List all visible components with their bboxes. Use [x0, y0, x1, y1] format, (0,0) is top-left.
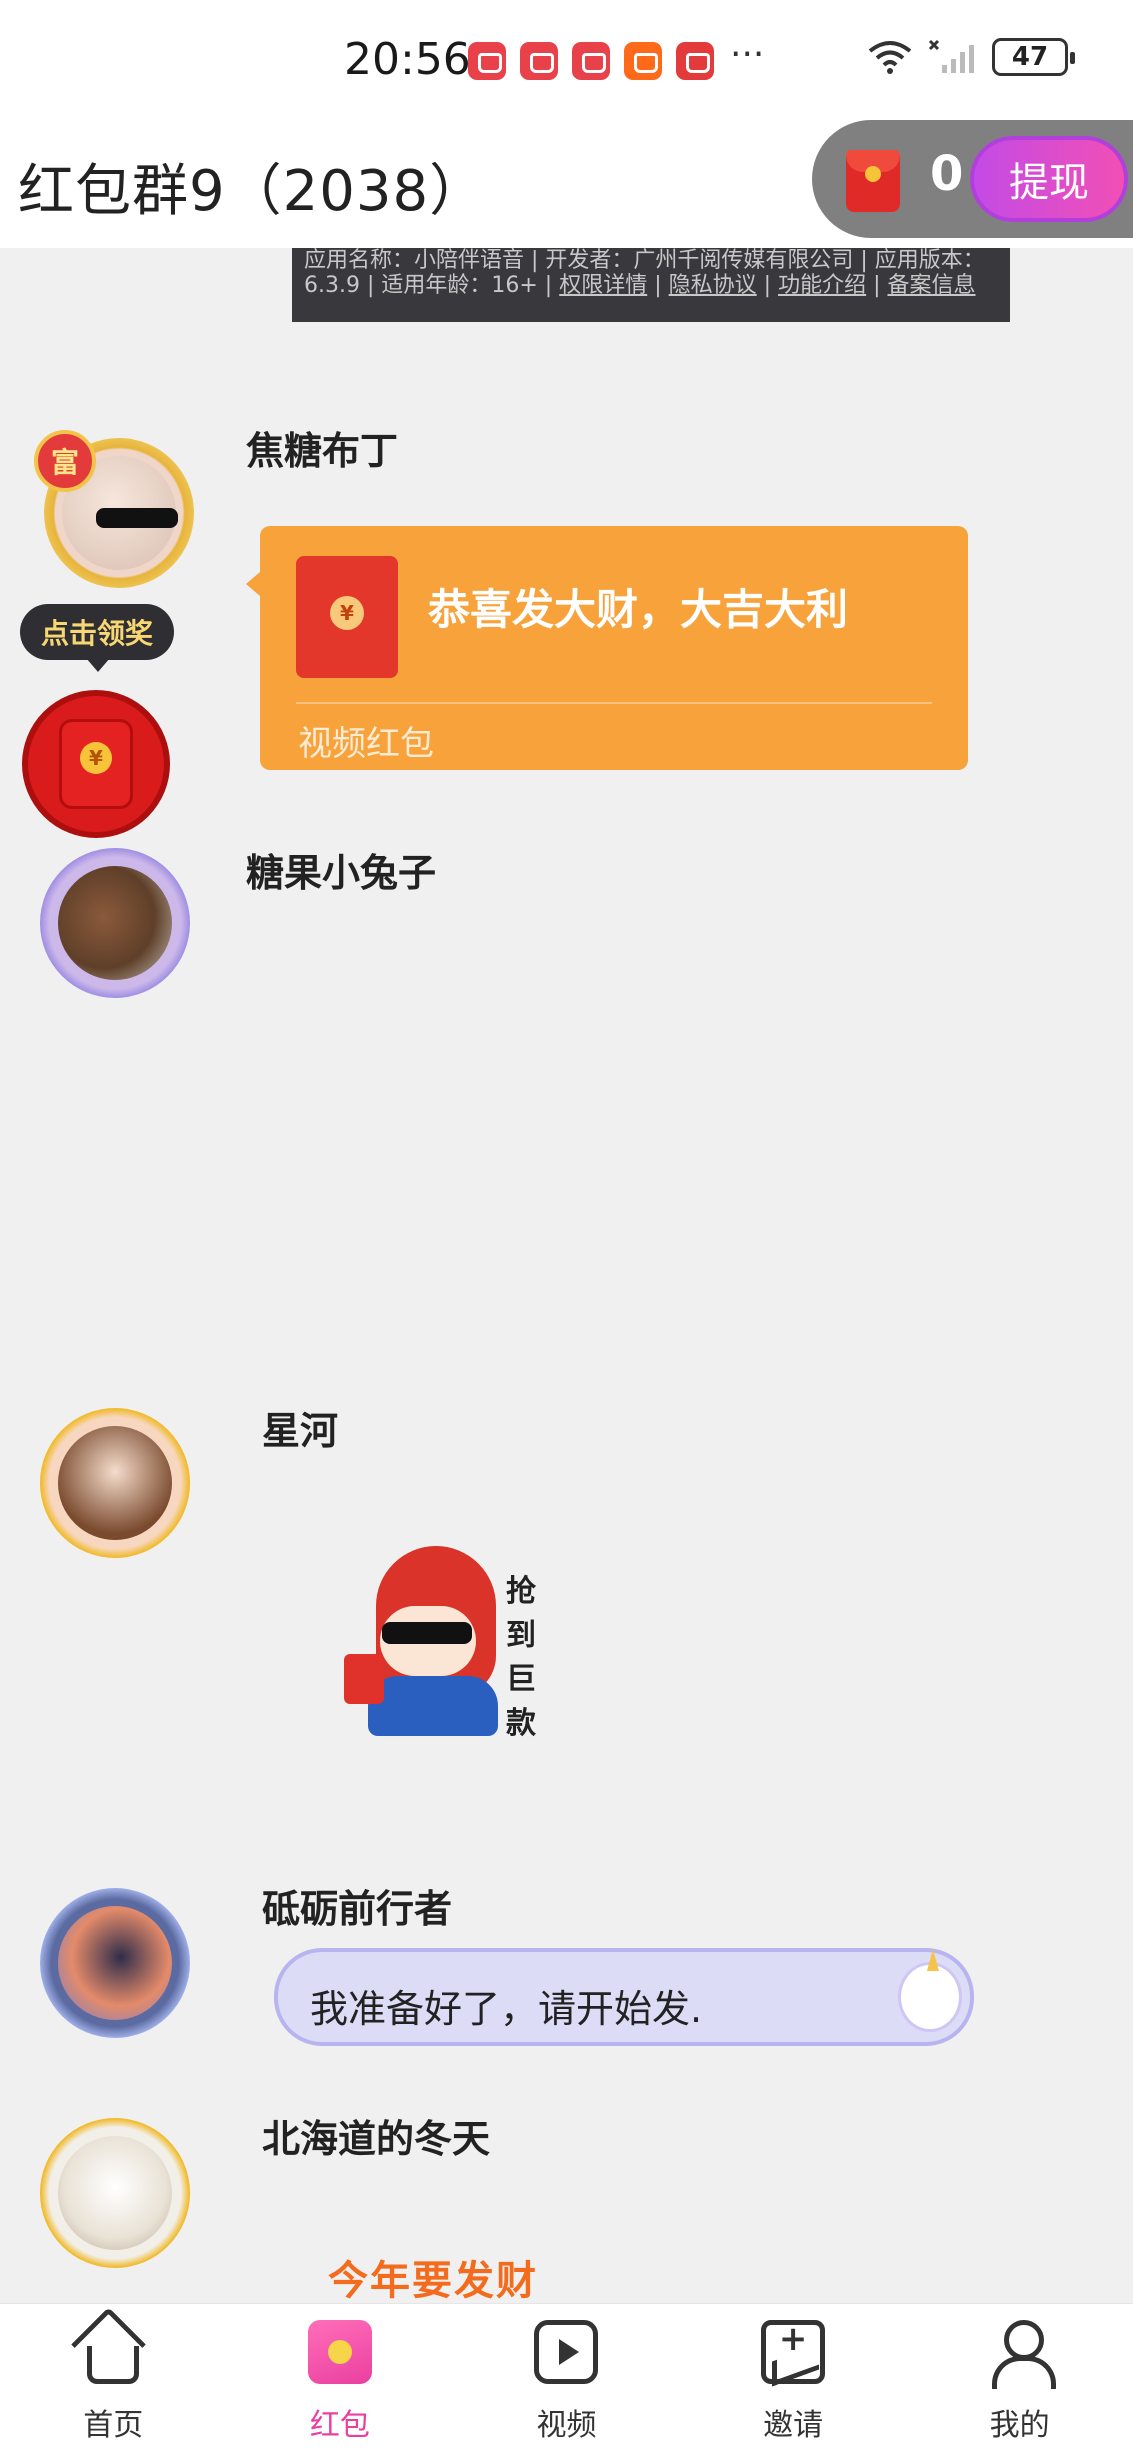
avatar-image: [58, 2136, 172, 2250]
sender-name: 砥砺前行者: [262, 1887, 453, 1931]
withdraw-button[interactable]: 提现: [970, 136, 1128, 222]
avatar[interactable]: [40, 1408, 190, 1558]
sender-name: 焦糖布丁: [246, 429, 399, 473]
app-info-banner: 应用名称：小陪伴语音 | 开发者：广州千阅传媒有限公司 | 应用版本：6.3.9…: [292, 248, 1010, 322]
nav-invite[interactable]: 邀请: [680, 2304, 907, 2453]
features-link[interactable]: 功能介绍: [778, 273, 866, 298]
divider: [296, 702, 932, 704]
red-packet-icon: [307, 2320, 372, 2384]
bottom-nav: 首页 红包 视频 邀请 我的: [0, 2303, 1133, 2453]
claim-reward-label[interactable]: 点击领奖: [20, 604, 174, 672]
battery-icon: 47: [992, 38, 1075, 76]
nav-video[interactable]: 视频: [453, 2304, 680, 2453]
wifi-icon: [868, 41, 912, 74]
wallet-widget[interactable]: 0 提现: [812, 120, 1133, 238]
nav-red-packet[interactable]: 红包: [227, 2304, 454, 2453]
red-packet-greeting: 恭喜发大财，大吉大利: [428, 585, 849, 634]
status-time: 20:56: [344, 34, 471, 85]
status-right: 47: [866, 38, 1075, 76]
red-packet-message[interactable]: ¥ 恭喜发大财，大吉大利 视频红包: [246, 526, 968, 770]
status-bar: 20:56 ··· 47: [0, 0, 1133, 120]
nav-label: 我的: [989, 2408, 1050, 2443]
nav-home[interactable]: 首页: [0, 2304, 227, 2453]
sender-name: 糖果小兔子: [246, 851, 437, 895]
huawei-mall-icon: [468, 42, 506, 80]
video-app-icon: [676, 42, 714, 80]
kuaishou-icon: [624, 42, 662, 80]
sticker-message[interactable]: 抢到巨款: [338, 1546, 570, 1746]
avatar[interactable]: [40, 2118, 190, 2268]
nav-label: 视频: [536, 2408, 597, 2443]
coin-icon: ¥: [80, 742, 112, 774]
sticker-caption: 抢到巨款: [506, 1574, 536, 1741]
notification-icons: [468, 42, 714, 80]
sender-name: 北海道的冬天: [262, 2117, 491, 2161]
fortune-badge: 富: [34, 430, 96, 492]
sender-name: 星河: [262, 1409, 339, 1453]
avatar-image: [58, 1906, 172, 2020]
unicorn-icon: [898, 1949, 962, 2032]
huawei-mall-icon: [572, 42, 610, 80]
group-title: 红包群9（2038）: [18, 159, 487, 224]
profile-icon: [988, 2320, 1056, 2389]
sticker-message[interactable]: 今年要发财: [328, 2248, 538, 2306]
wallet-count: 0: [930, 146, 964, 202]
avatar-image: [58, 1426, 172, 1540]
huawei-mall-icon: [520, 42, 558, 80]
filing-link[interactable]: 备案信息: [887, 273, 975, 298]
red-envelope-icon: [846, 150, 900, 212]
invite-icon: [761, 2319, 826, 2384]
video-icon: [534, 2320, 599, 2384]
claim-reward-button[interactable]: ¥: [22, 690, 170, 838]
avatar[interactable]: [40, 848, 190, 998]
permission-link[interactable]: 权限详情: [559, 273, 647, 298]
avatar[interactable]: [40, 1888, 190, 2038]
more-notifications: ···: [730, 34, 765, 75]
avatar-image: [58, 866, 172, 980]
nav-profile[interactable]: 我的: [906, 2304, 1133, 2453]
red-packet-type: 视频红包: [298, 724, 434, 764]
chat-header: 红包群9（2038） 0 提现: [0, 120, 1133, 248]
red-packet-icon: ¥: [296, 556, 398, 678]
privacy-link[interactable]: 隐私协议: [669, 273, 757, 298]
text-message-bubble[interactable]: 我准备好了，请开始发.: [274, 1948, 974, 2046]
home-icon: [87, 2346, 140, 2384]
signal-icon: [928, 39, 974, 73]
nav-label: 邀请: [763, 2408, 824, 2443]
nav-label: 红包: [309, 2408, 370, 2443]
message-text: 我准备好了，请开始发.: [310, 1987, 703, 2031]
nav-label: 首页: [83, 2408, 144, 2443]
